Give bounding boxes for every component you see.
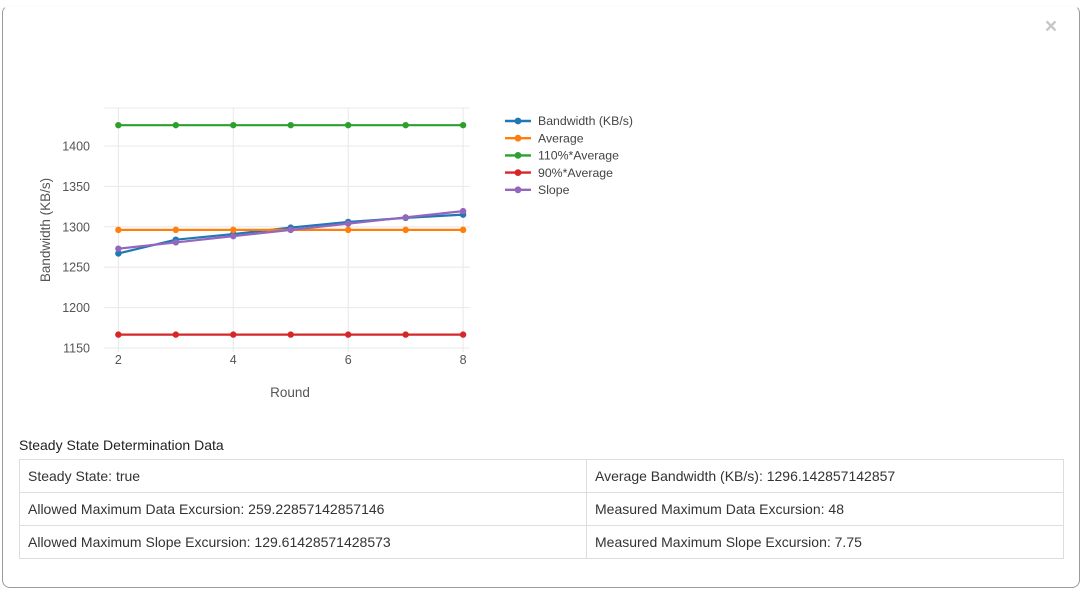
series-90-average	[115, 331, 466, 337]
data-point	[460, 122, 466, 128]
data-point	[460, 227, 466, 233]
y-tick-label: 1350	[62, 180, 90, 194]
measured-data-excursion-cell: Measured Maximum Data Excursion: 48	[587, 493, 1064, 526]
data-point	[230, 122, 236, 128]
legend-label: 90%*Average	[538, 166, 613, 180]
data-point	[345, 220, 351, 226]
allowed-slope-excursion-cell: Allowed Maximum Slope Excursion: 129.614…	[20, 526, 587, 559]
steady-state-cell: Steady State: true	[20, 460, 587, 493]
series-110-average	[115, 122, 466, 128]
steady-state-section: Steady State Determination Data Steady S…	[19, 437, 1061, 559]
data-point	[402, 122, 408, 128]
data-point	[115, 245, 121, 251]
measured-slope-excursion-cell: Measured Maximum Slope Excursion: 7.75	[587, 526, 1064, 559]
legend-item[interactable]: 110%*Average	[505, 149, 619, 163]
data-point	[173, 331, 179, 337]
data-point	[115, 227, 121, 233]
legend-marker-dot	[515, 152, 522, 159]
data-point	[230, 227, 236, 233]
table-row: Allowed Maximum Data Excursion: 259.2285…	[20, 493, 1064, 526]
data-point	[230, 331, 236, 337]
legend-item[interactable]: Average	[505, 131, 584, 145]
data-point	[288, 122, 294, 128]
data-point	[402, 331, 408, 337]
x-tick-label: 2	[115, 353, 122, 367]
legend-marker-dot	[515, 135, 522, 142]
data-point	[288, 227, 294, 233]
bandwidth-chart: 1150 1200 1250 1300 1350 1400 2 4 6 8 Round Bandwid…	[0, 0, 680, 430]
average-bandwidth-cell: Average Bandwidth (KB/s): 1296.142857142…	[587, 460, 1064, 493]
series-bandwidth-kb-s-	[115, 211, 466, 256]
legend-item[interactable]: Slope	[505, 183, 570, 197]
legend-marker-dot	[515, 169, 522, 176]
legend-marker-dot	[515, 186, 522, 193]
y-tick-label: 1300	[62, 220, 90, 234]
y-tick-label: 1250	[62, 261, 90, 275]
y-axis-title: Bandwidth (KB/s)	[38, 178, 53, 282]
data-point	[115, 331, 121, 337]
y-tick-label: 1200	[62, 301, 90, 315]
data-point	[345, 227, 351, 233]
data-point	[230, 233, 236, 239]
legend-item[interactable]: Bandwidth (KB/s)	[505, 114, 633, 128]
data-point	[345, 122, 351, 128]
series-line	[118, 215, 463, 254]
legend-marker-dot	[515, 118, 522, 125]
allowed-data-excursion-cell: Allowed Maximum Data Excursion: 259.2285…	[20, 493, 587, 526]
legend-item[interactable]: 90%*Average	[505, 166, 613, 180]
data-point	[460, 331, 466, 337]
data-point	[402, 214, 408, 220]
legend-label: Slope	[538, 183, 570, 197]
legend-label: 110%*Average	[538, 149, 619, 163]
data-point	[402, 227, 408, 233]
data-point	[345, 331, 351, 337]
x-tick-label: 4	[230, 353, 237, 367]
y-tick-label: 1150	[63, 341, 90, 355]
table-row: Steady State: true Average Bandwidth (KB…	[20, 460, 1064, 493]
table-row: Allowed Maximum Slope Excursion: 129.614…	[20, 526, 1064, 559]
legend-label: Average	[538, 131, 584, 145]
data-point	[115, 122, 121, 128]
x-tick-label: 6	[345, 353, 352, 367]
y-tick-label: 1400	[62, 139, 90, 153]
close-icon[interactable]: ×	[1041, 18, 1061, 38]
data-point	[288, 331, 294, 337]
legend-label: Bandwidth (KB/s)	[538, 114, 633, 128]
data-point	[460, 208, 466, 214]
section-title: Steady State Determination Data	[19, 437, 1061, 453]
data-point	[173, 227, 179, 233]
x-tick-label: 8	[460, 353, 467, 367]
data-point	[173, 239, 179, 245]
steady-state-table: Steady State: true Average Bandwidth (KB…	[19, 459, 1064, 559]
data-point	[173, 122, 179, 128]
x-axis-title: Round	[270, 385, 310, 400]
